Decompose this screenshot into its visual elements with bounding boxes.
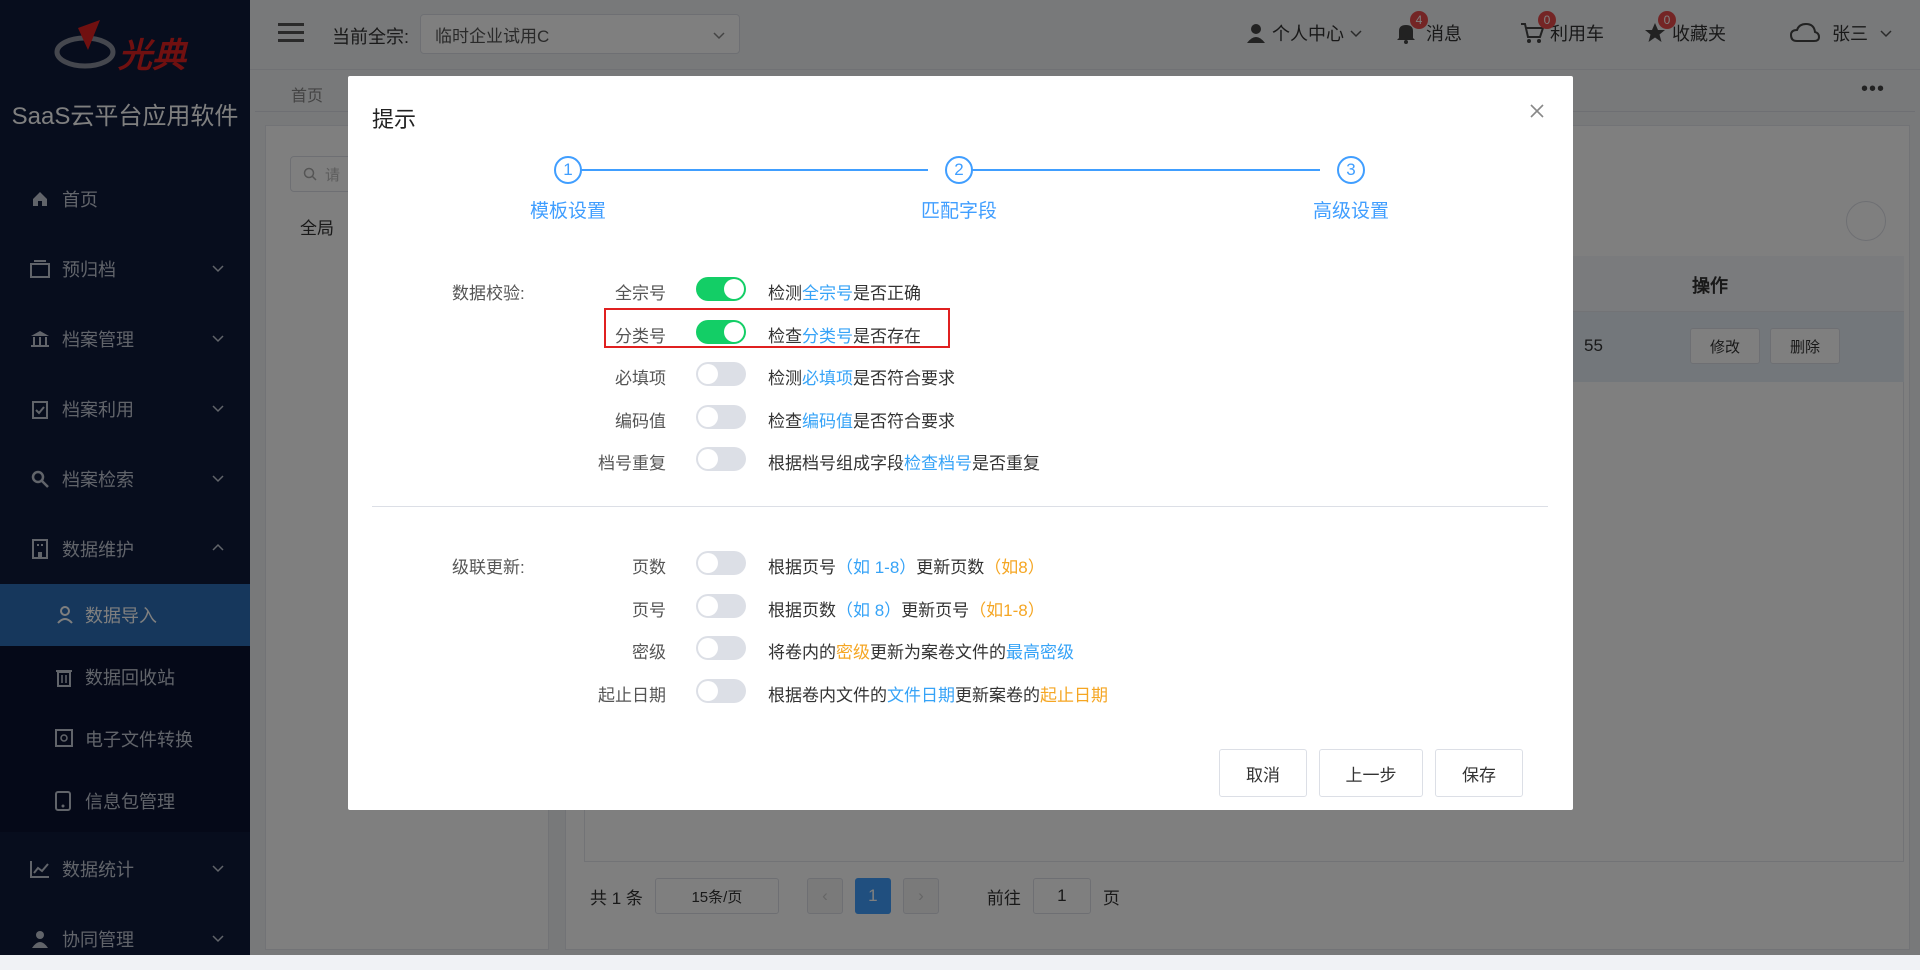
option-description: 检查编码值是否符合要求 bbox=[768, 407, 955, 432]
description-text: 根据档号组成字段 bbox=[768, 454, 904, 473]
highlighted-term: 检查档号 bbox=[904, 454, 972, 473]
option-label: 编码值 bbox=[615, 411, 666, 431]
description-text: 更新案卷的 bbox=[955, 685, 1040, 705]
description-text: 根据卷内文件的 bbox=[768, 685, 887, 705]
close-icon[interactable] bbox=[1530, 104, 1544, 118]
validation-section-label: 数据校验: bbox=[452, 284, 525, 303]
description-text: 检查 bbox=[768, 411, 802, 431]
prompt-dialog: 提示 1 2 3 模板设置 匹配字段 高级设置 数据校验: 全宗号 检测全宗号是否… bbox=[348, 76, 1573, 810]
option-label: 全宗号 bbox=[615, 284, 666, 303]
section-divider bbox=[372, 506, 1548, 507]
description-text: 检测 bbox=[768, 369, 802, 388]
highlighted-term: （如 8） bbox=[836, 600, 902, 620]
option-description: 检测必填项是否符合要求 bbox=[768, 364, 955, 389]
toggle-switch[interactable] bbox=[696, 447, 746, 471]
option-description: 根据档号组成字段检查档号是否重复 bbox=[768, 449, 1040, 474]
option-description: 根据页号（如 1-8）更新页数（如8） bbox=[768, 553, 1045, 578]
highlighted-term: （如8） bbox=[984, 558, 1045, 577]
highlighted-term: 起止日期 bbox=[1040, 685, 1108, 705]
step-2-label: 匹配字段 bbox=[920, 201, 997, 222]
highlighted-term: 最高密级 bbox=[1006, 643, 1074, 662]
option-label: 档号重复 bbox=[598, 454, 666, 473]
highlighted-term: （如 1-8） bbox=[836, 558, 917, 577]
description-text: 根据页数 bbox=[768, 600, 836, 620]
step-1-label: 模板设置 bbox=[529, 201, 606, 222]
toggle-switch[interactable] bbox=[696, 404, 746, 429]
description-text: 是否正确 bbox=[853, 284, 921, 303]
step-connector bbox=[568, 169, 928, 171]
cancel-button[interactable]: 取消 bbox=[1219, 749, 1307, 797]
toggle-switch[interactable] bbox=[696, 362, 746, 386]
option-description: 将卷内的密级更新为案卷文件的最高密级 bbox=[768, 638, 1074, 663]
step-2-circle: 2 bbox=[945, 156, 973, 184]
description-text: 根据页号 bbox=[768, 558, 836, 577]
description-text: 更新为案卷文件的 bbox=[870, 643, 1006, 662]
option-label: 必填项 bbox=[615, 369, 666, 388]
cascade-section-label: 级联更新: bbox=[452, 558, 525, 577]
previous-step-button[interactable]: 上一步 bbox=[1319, 749, 1423, 797]
step-3-label: 高级设置 bbox=[1312, 201, 1389, 222]
highlighted-term: 全宗号 bbox=[802, 284, 853, 303]
dialog-title: 提示 bbox=[372, 107, 417, 132]
toggle-switch[interactable] bbox=[696, 593, 746, 618]
highlighted-term: 必填项 bbox=[802, 369, 853, 388]
step-3-circle: 3 bbox=[1337, 156, 1365, 184]
highlighted-term: 密级 bbox=[836, 643, 870, 662]
description-text: 是否符合要求 bbox=[853, 369, 955, 388]
toggle-switch[interactable] bbox=[696, 551, 746, 575]
highlighted-term: 文件日期 bbox=[887, 685, 955, 705]
highlight-box bbox=[604, 308, 950, 348]
option-description: 根据页数（如 8）更新页号（如1-8） bbox=[768, 596, 1045, 621]
option-description: 检测全宗号是否正确 bbox=[768, 279, 921, 304]
option-label: 密级 bbox=[632, 643, 666, 662]
description-text: 更新页数 bbox=[916, 558, 985, 577]
step-1-circle: 1 bbox=[554, 156, 582, 184]
description-text: 是否重复 bbox=[972, 454, 1040, 473]
description-text: 是否符合要求 bbox=[853, 411, 955, 431]
option-label: 页号 bbox=[632, 600, 666, 620]
toggle-switch[interactable] bbox=[696, 678, 746, 703]
description-text: 检测 bbox=[768, 284, 802, 303]
highlighted-term: 编码值 bbox=[802, 411, 853, 431]
step-connector bbox=[960, 169, 1320, 171]
save-button[interactable]: 保存 bbox=[1435, 749, 1523, 797]
description-text: 将卷内的 bbox=[768, 643, 836, 662]
option-label: 起止日期 bbox=[598, 685, 666, 705]
toggle-switch[interactable] bbox=[696, 636, 746, 660]
highlighted-term: （如1-8） bbox=[969, 600, 1045, 620]
toggle-switch[interactable] bbox=[696, 277, 746, 301]
option-label: 页数 bbox=[632, 558, 666, 577]
description-text: 更新页号 bbox=[901, 600, 970, 620]
option-description: 根据卷内文件的文件日期更新案卷的起止日期 bbox=[768, 681, 1108, 706]
